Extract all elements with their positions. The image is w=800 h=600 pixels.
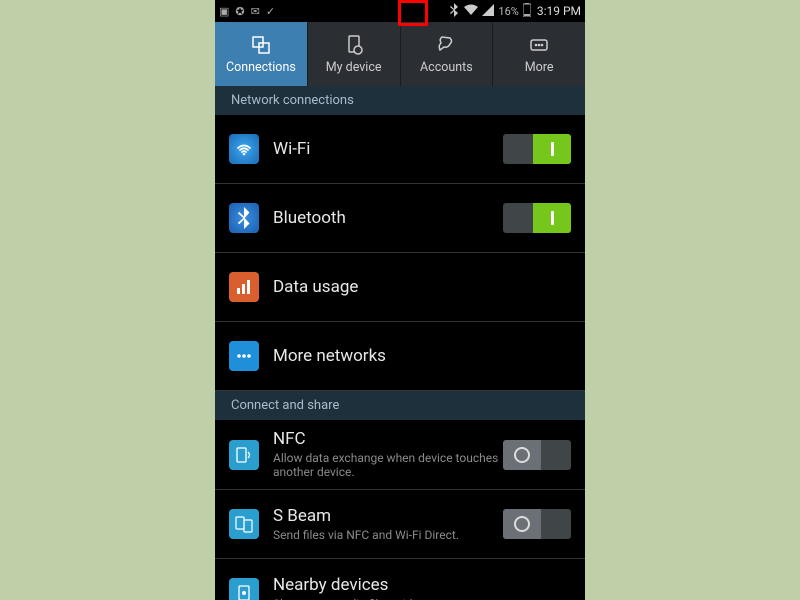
mail-icon: ✉ xyxy=(251,5,260,18)
tab-more[interactable]: More xyxy=(492,22,585,86)
row-data-usage[interactable]: Data usage xyxy=(215,253,585,322)
tab-label: Connections xyxy=(226,60,296,75)
more-icon xyxy=(528,34,550,56)
tab-label: Accounts xyxy=(420,60,473,75)
battery-icon xyxy=(523,3,531,20)
accounts-icon xyxy=(435,34,457,56)
s-beam-label: S Beam xyxy=(273,507,503,526)
more-networks-label: More networks xyxy=(273,347,571,366)
shield-icon: ✪ xyxy=(235,5,244,18)
bluetooth-status-highlight xyxy=(398,0,428,26)
tab-label: My device xyxy=(326,60,382,75)
tab-connections[interactable]: Connections xyxy=(215,22,307,86)
nfc-label: NFC xyxy=(273,430,503,449)
row-s-beam[interactable]: S Beam Send files via NFC and Wi-Fi Dire… xyxy=(215,490,585,559)
bluetooth-icon xyxy=(448,3,460,20)
nearby-label: Nearby devices xyxy=(273,576,571,595)
nfc-sub: Allow data exchange when device touches … xyxy=(273,451,503,480)
data-usage-icon xyxy=(229,272,259,302)
my-device-icon xyxy=(343,34,365,56)
phone-screen: ▣ ✪ ✉ ✓ 16% 3:19 PM Co xyxy=(215,0,585,600)
s-beam-sub: Send files via NFC and Wi-Fi Direct. xyxy=(273,528,503,542)
more-networks-icon xyxy=(229,341,259,371)
status-time: 3:19 PM xyxy=(537,4,581,18)
settings-tabs: Connections My device Accounts More xyxy=(215,22,585,86)
wifi-label: Wi-Fi xyxy=(273,140,503,159)
task-icon: ✓ xyxy=(266,5,275,18)
battery-percent: 16% xyxy=(498,5,518,18)
wifi-icon xyxy=(464,4,478,19)
s-beam-toggle[interactable] xyxy=(503,509,571,539)
row-nfc[interactable]: NFC Allow data exchange when device touc… xyxy=(215,420,585,490)
section-network-connections: Network connections xyxy=(215,86,585,115)
bluetooth-label: Bluetooth xyxy=(273,209,503,228)
wifi-toggle[interactable] xyxy=(503,134,571,164)
row-more-networks[interactable]: More networks xyxy=(215,322,585,391)
row-bluetooth[interactable]: Bluetooth xyxy=(215,184,585,253)
image-icon: ▣ xyxy=(219,5,229,18)
tab-label: More xyxy=(525,60,554,75)
section-connect-share: Connect and share xyxy=(215,391,585,420)
bluetooth-toggle[interactable] xyxy=(503,203,571,233)
bluetooth-icon xyxy=(229,203,259,233)
nfc-toggle[interactable] xyxy=(503,440,571,470)
tab-my-device[interactable]: My device xyxy=(307,22,400,86)
connections-icon xyxy=(250,34,272,56)
signal-icon xyxy=(482,4,494,19)
nearby-devices-icon xyxy=(229,578,259,600)
row-nearby-devices[interactable]: Nearby devices Share your media files wi… xyxy=(215,559,585,600)
wifi-icon xyxy=(229,134,259,164)
s-beam-icon xyxy=(229,509,259,539)
tab-accounts[interactable]: Accounts xyxy=(400,22,493,86)
data-usage-label: Data usage xyxy=(273,278,571,297)
nfc-icon xyxy=(229,440,259,470)
nearby-sub: Share your media files with xyxy=(273,597,571,600)
row-wifi[interactable]: Wi-Fi xyxy=(215,115,585,184)
